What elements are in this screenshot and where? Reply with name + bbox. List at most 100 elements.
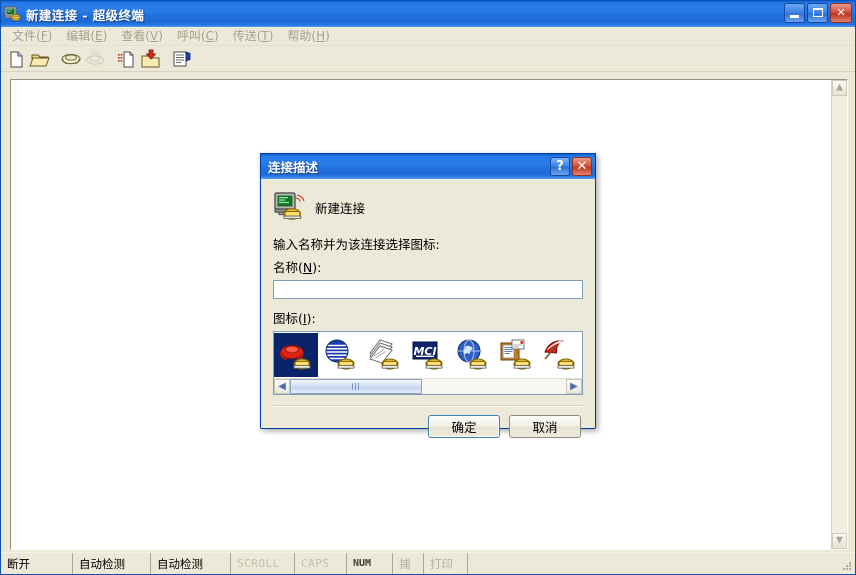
menu-accel-transfer: T — [261, 29, 269, 43]
status-bar: 断开 自动检测 自动检测 SCROLL CAPS NUM 捕 打印 — [1, 552, 855, 574]
window-buttons: ✕ — [784, 3, 852, 23]
icon-horizontal-scrollbar[interactable]: ◀ ▶ — [274, 378, 582, 394]
icon-option-umbrella[interactable] — [538, 333, 582, 377]
red-phone-icon — [278, 337, 314, 373]
hyperterminal-window: 新建连接 - 超级终端 ✕ 文件(F) 编辑(E) 查看(V) 呼叫(C) 传送… — [0, 0, 856, 575]
new-connection-icon — [273, 191, 307, 223]
menu-item-view[interactable]: 查看(V) — [114, 26, 170, 46]
dialog-heading-row: 新建连接 — [273, 189, 583, 225]
menu-item-transfer[interactable]: 传送(T) — [226, 26, 281, 46]
dialog-title-text: 连接描述 — [268, 160, 319, 175]
status-speed: 自动检测 — [151, 553, 231, 574]
question-mark-icon: ? — [556, 159, 564, 174]
icon-label-accel: I — [302, 311, 307, 326]
menu-item-file[interactable]: 文件(F) — [5, 26, 59, 46]
menu-label-file: 文件 — [12, 29, 37, 43]
status-capture: 捕 — [393, 553, 424, 574]
close-icon: ✕ — [576, 159, 588, 174]
dialog-heading-text: 新建连接 — [315, 200, 366, 216]
menu-item-help[interactable]: 帮助(H) — [280, 26, 336, 46]
chevron-right-icon: ▶ — [570, 380, 578, 392]
minimize-button[interactable] — [784, 3, 805, 23]
dialog-close-button[interactable]: ✕ — [572, 157, 592, 176]
properties-button[interactable] — [170, 48, 193, 70]
menu-accel-help: H — [316, 29, 326, 43]
toolbar — [1, 46, 855, 72]
chevron-down-icon: ▼ — [836, 535, 843, 546]
chevron-left-icon: ◀ — [278, 380, 286, 392]
globe-lines-icon — [322, 337, 358, 373]
dialog-title-bar[interactable]: 连接描述 ? ✕ — [261, 154, 595, 179]
dialog-footer: 确定 取消 — [261, 407, 595, 449]
maximize-button[interactable] — [807, 3, 828, 23]
menu-bar: 文件(F) 编辑(E) 查看(V) 呼叫(C) 传送(T) 帮助(H) — [1, 27, 855, 46]
name-field-label: 名称(N): — [273, 260, 322, 275]
menu-label-transfer: 传送 — [232, 29, 257, 43]
documents-icon — [498, 337, 534, 373]
terminal-vertical-scrollbar[interactable]: ▲ ▼ — [831, 80, 847, 549]
icon-option-blue-globe[interactable] — [450, 333, 494, 377]
icon-scroll-left-button[interactable]: ◀ — [274, 379, 290, 394]
icon-option-mci[interactable]: MCI — [406, 333, 450, 377]
menu-accel-view: V — [149, 29, 159, 43]
dialog-separator — [273, 405, 583, 407]
icon-option-red-phone[interactable] — [274, 333, 318, 377]
send-file-button[interactable] — [115, 48, 138, 70]
name-label-text: 名称 — [273, 260, 299, 275]
icon-strip: MCI — [274, 332, 582, 378]
menu-accel-file: F — [40, 29, 48, 43]
resize-grip[interactable] — [841, 560, 853, 572]
icon-option-globe-lines[interactable] — [318, 333, 362, 377]
window-title-bar[interactable]: 新建连接 - 超级终端 ✕ — [1, 1, 855, 27]
menu-label-view: 查看 — [121, 29, 146, 43]
icon-scroll-track[interactable] — [290, 379, 566, 394]
hyperterminal-icon — [4, 5, 22, 23]
menu-accel-call: C — [205, 29, 214, 43]
menu-label-edit: 编辑 — [66, 29, 91, 43]
window-title-text: 新建连接 - 超级终端 — [26, 7, 145, 23]
mci-logo-icon: MCI — [410, 337, 446, 373]
icon-label-text: 图标 — [273, 311, 299, 326]
name-input[interactable] — [273, 280, 583, 299]
papers-stack-icon — [366, 337, 402, 373]
close-button[interactable]: ✕ — [830, 3, 852, 23]
status-print: 打印 — [424, 553, 468, 574]
call-phone-button[interactable] — [60, 48, 83, 70]
scroll-up-button[interactable]: ▲ — [832, 80, 847, 96]
disconnect-phone-button — [84, 48, 107, 70]
icon-scroll-thumb[interactable] — [290, 379, 423, 394]
menu-item-edit[interactable]: 编辑(E) — [59, 26, 114, 46]
menu-label-call: 呼叫 — [176, 29, 201, 43]
dialog-help-button[interactable]: ? — [550, 157, 570, 176]
status-connection: 断开 — [1, 553, 73, 574]
icon-list-box[interactable]: MCI ◀ ▶ — [273, 331, 583, 395]
close-icon: ✕ — [836, 6, 846, 19]
umbrella-icon — [542, 337, 578, 373]
new-connection-button[interactable] — [5, 48, 28, 70]
icon-option-documents[interactable] — [494, 333, 538, 377]
connection-description-dialog: 连接描述 ? ✕ 新建连接 输入名称并为该连接选择图标: 名称(N): 图标(I… — [260, 153, 596, 438]
ok-button[interactable]: 确定 — [428, 414, 500, 438]
status-num-lock: NUM — [347, 553, 393, 574]
icon-scroll-right-button[interactable]: ▶ — [566, 379, 582, 394]
status-scroll-lock: SCROLL — [231, 553, 295, 574]
receive-file-button[interactable] — [139, 48, 162, 70]
minimize-icon — [790, 15, 799, 18]
icon-field-label: 图标(I): — [273, 311, 316, 326]
scroll-down-button[interactable]: ▼ — [832, 533, 847, 549]
status-protocol: 自动检测 — [73, 553, 151, 574]
menu-label-help: 帮助 — [287, 29, 312, 43]
menu-item-call[interactable]: 呼叫(C) — [170, 26, 226, 46]
status-caps-lock: CAPS — [295, 553, 347, 574]
maximize-icon — [813, 8, 823, 17]
dialog-body: 新建连接 输入名称并为该连接选择图标: 名称(N): 图标(I): MCI ◀ … — [261, 179, 595, 407]
dialog-instruction: 输入名称并为该连接选择图标: — [273, 237, 440, 252]
menu-accel-edit: E — [95, 29, 103, 43]
cancel-button[interactable]: 取消 — [509, 414, 581, 438]
blue-globe-icon — [454, 337, 490, 373]
open-folder-button[interactable] — [29, 48, 52, 70]
name-label-accel: N — [302, 260, 313, 275]
status-filler — [468, 553, 855, 574]
icon-option-papers-stack[interactable] — [362, 333, 406, 377]
chevron-up-icon: ▲ — [836, 82, 843, 93]
